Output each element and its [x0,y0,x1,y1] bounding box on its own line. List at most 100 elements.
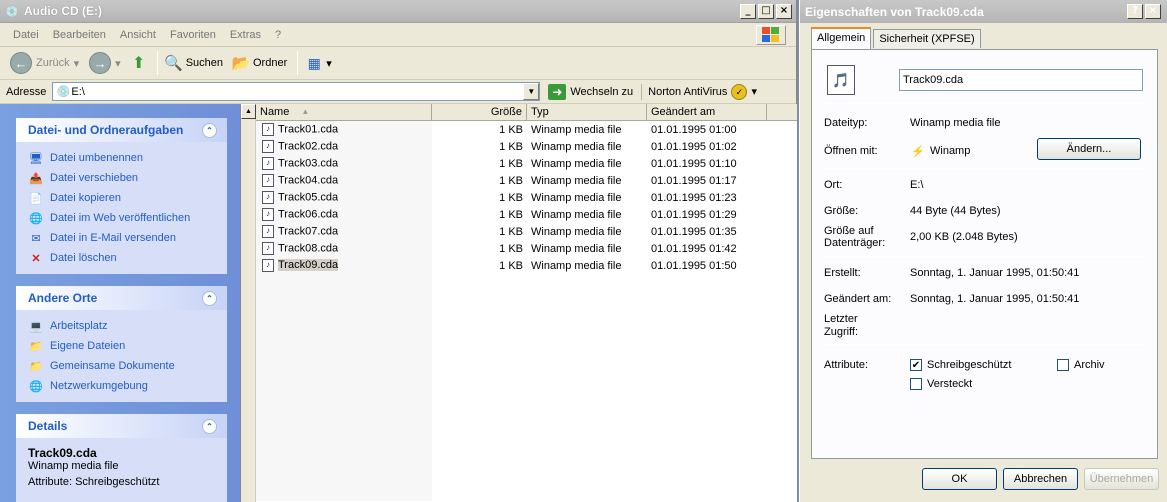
file-row[interactable]: ♪ Track06.cda 1 KB Winamp media file 01.01.1… [256,206,797,223]
task-move[interactable]: 📤 Datei verschieben [28,168,217,188]
file-row[interactable]: ♪ Track04.cda 1 KB Winamp media file 01.01.1… [256,172,797,189]
help-button[interactable]: ? [1127,4,1143,19]
file-name-cell: ♪ Track01.cda [256,123,432,136]
place-my-computer[interactable]: 💻 Arbeitsplatz [28,316,217,336]
close-button[interactable]: × [776,4,792,19]
file-type: Winamp media file [531,174,622,187]
back-button[interactable]: ← Zurück ▾ [6,50,83,76]
filename-field[interactable]: Track09.cda [899,69,1143,91]
toolbar-separator [156,51,158,75]
size-on-disk-label: Größe auf Datenträger: [824,225,886,249]
up-button[interactable]: ⬆ [127,53,151,73]
file-row[interactable]: ♪ Track07.cda 1 KB Winamp media file 01.01.1… [256,223,797,240]
file-row[interactable]: ♪ Track09.cda 1 KB Winamp media file 01.01.1… [256,257,797,274]
address-value: E:\ [71,85,85,98]
task-copy[interactable]: 📄 Datei kopieren [28,188,217,208]
cancel-button[interactable]: Abbrechen [1003,468,1078,490]
cda-file-icon: ♪ [262,140,274,153]
file-row[interactable]: ♪ Track01.cda 1 KB Winamp media file 01.01.1… [256,121,797,138]
menu-favoriten[interactable]: Favoriten [163,29,223,41]
task-email[interactable]: ✉ Datei in E-Mail versenden [28,228,217,248]
task-publish[interactable]: 🌐 Datei im Web veröffentlichen [28,208,217,228]
checkbox-unchecked-icon [1057,359,1069,371]
collapse-icon[interactable]: ⌃ [202,290,217,306]
folders-button[interactable]: 📂 Ordner [229,53,291,73]
apply-button[interactable]: Übernehmen [1084,468,1159,490]
place-label: Arbeitsplatz [50,320,108,332]
file-tasks-header[interactable]: Datei- und Ordneraufgaben ⌃ [16,118,227,142]
filetype-label: Dateityp: [824,117,868,129]
file-type: Winamp media file [531,191,622,204]
menu-datei[interactable]: Datei [6,29,46,41]
file-size: 1 KB [499,242,523,255]
collapse-icon[interactable]: ⌃ [202,122,217,138]
forward-button[interactable]: → ▾ [85,50,125,76]
menu-ansicht[interactable]: Ansicht [113,29,163,41]
file-row[interactable]: ♪ Track02.cda 1 KB Winamp media file 01.01.1… [256,138,797,155]
column-header-modified[interactable]: Geändert am [647,104,767,120]
folder-icon: 📂 [231,55,251,72]
row-filetype: Dateityp: Winamp media file [824,117,1000,129]
file-name-cell: ♪ Track09.cda [256,259,432,272]
file-row[interactable]: ♪ Track08.cda 1 KB Winamp media file 01.01.1… [256,240,797,257]
file-row[interactable]: ♪ Track03.cda 1 KB Winamp media file 01.01.1… [256,155,797,172]
go-button[interactable]: ➜ Wechseln zu [548,83,633,100]
norton-button[interactable]: Norton AntiVirus ✓ ▾ [641,83,757,100]
size-on-disk-value: 2,00 KB (2.048 Bytes) [910,231,1018,243]
scroll-up-arrow-icon[interactable]: ▲ [241,104,256,119]
content-area: Datei- und Ordneraufgaben ⌃ 🖥 Datei umben… [0,104,797,502]
collapse-icon[interactable]: ⌃ [202,418,217,434]
maximize-button[interactable]: □ [758,4,774,19]
archive-checkbox[interactable]: Archiv [1057,359,1105,371]
cda-file-icon: ♪ [262,242,274,255]
tab-general[interactable]: Allgemein [811,27,872,49]
file-name: Track04.cda [278,174,339,187]
column-header-type[interactable]: Typ [527,104,647,120]
dialog-titlebar[interactable]: Eigenschaften von Track09.cda ? × [800,0,1167,23]
column-header-name[interactable]: Name ▲ [256,104,432,120]
toolbar-separator [297,51,299,75]
dialog-close-button[interactable]: × [1145,4,1161,19]
address-input[interactable]: 💿 E:\ ▼ [52,82,541,101]
file-size: 1 KB [499,259,523,272]
file-row[interactable]: ♪ Track05.cda 1 KB Winamp media file 01.01.1… [256,189,797,206]
menu-extras[interactable]: Extras [223,29,268,41]
file-name: Track09.cda [278,259,339,272]
readonly-label: Schreibgeschützt [927,359,1012,371]
address-dropdown-button[interactable]: ▼ [523,83,540,100]
chevron-down-icon: ▾ [326,57,332,70]
change-button[interactable]: Ändern... [1037,138,1141,160]
hidden-checkbox[interactable]: Versteckt [910,378,972,390]
details-title: Details [28,419,68,433]
place-shared-documents[interactable]: 📁 Gemeinsame Dokumente [28,356,217,376]
place-network[interactable]: 🌐 Netzwerkumgebung [28,376,217,396]
readonly-checkbox[interactable]: ✔ Schreibgeschützt [910,359,1011,371]
column-label: Name [260,106,290,118]
task-rename[interactable]: 🖥 Datei umbenennen [28,148,217,168]
details-panel: Details ⌃ Track09.cda Winamp media file … [16,414,227,502]
task-delete[interactable]: ✕ Datei löschen [28,248,217,268]
cda-file-icon: ♪ [262,259,274,272]
search-button[interactable]: 🔍 Suchen [162,53,227,73]
computer-icon: 💻 [29,320,43,333]
file-modified: 01.01.1995 01:23 [651,191,737,204]
vertical-scrollbar[interactable]: ▲ [241,104,256,502]
file-list-pane: ▲ Name ▲ Größe Typ Geändert am ♪ Track01.c… [240,104,797,502]
file-size: 1 KB [499,140,523,153]
column-header-size[interactable]: Größe [432,104,527,120]
details-header[interactable]: Details ⌃ [16,414,227,438]
file-modified: 01.01.1995 01:10 [651,157,737,170]
menu-bearbeiten[interactable]: Bearbeiten [46,29,113,41]
file-type: Winamp media file [531,208,622,221]
explorer-titlebar[interactable]: 💿 Audio CD (E:) _ □ × [0,0,796,23]
other-places-header[interactable]: Andere Orte ⌃ [16,286,227,310]
menu-help[interactable]: ? [268,29,288,41]
cda-file-icon: ♪ [262,225,274,238]
file-name: Track07.cda [278,225,339,238]
minimize-button[interactable]: _ [740,4,756,19]
place-my-documents[interactable]: 📁 Eigene Dateien [28,336,217,356]
dialog-tabs: Allgemein Sicherheit (XPFSE) [811,27,983,49]
ok-button[interactable]: OK [922,468,997,490]
views-button[interactable]: ▦ ▾ [302,53,336,73]
tab-security[interactable]: Sicherheit (XPFSE) [873,29,981,48]
